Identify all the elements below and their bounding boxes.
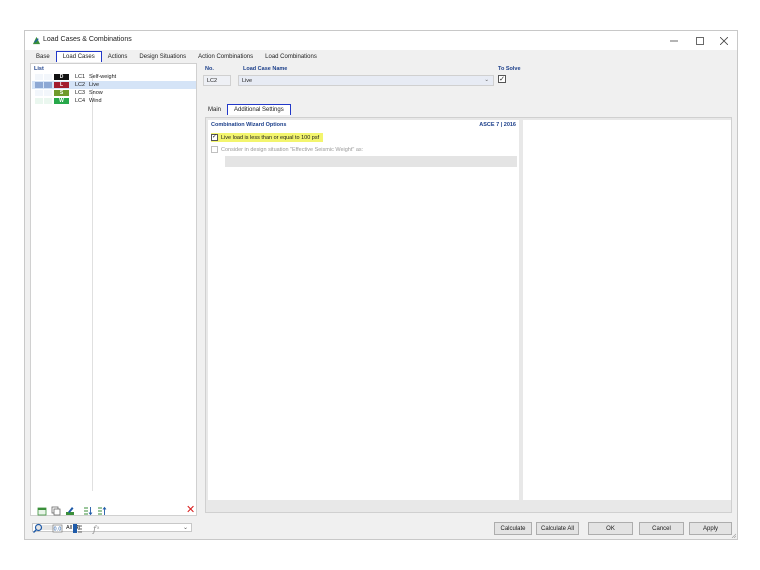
minimize-icon[interactable] xyxy=(661,33,687,48)
title-bar: Load Cases & Combinations xyxy=(25,31,737,50)
color-swatch xyxy=(44,82,52,88)
live-load-label: Live load is less than or equal to 100 p… xyxy=(221,134,320,141)
svg-text:x: x xyxy=(97,525,100,530)
close-icon[interactable] xyxy=(711,33,737,48)
standard-label: ASCE 7 | 2016 xyxy=(479,122,516,128)
bottom-bar: 0.0 ƒ x Calculate Calculate All OK Cance… xyxy=(25,516,737,539)
case-number: LC4 xyxy=(75,98,86,104)
no-label: No. xyxy=(205,66,214,72)
tab-action-combinations[interactable]: Action Combinations xyxy=(192,51,259,62)
main-tabs: Base Load Cases Actions Design Situation… xyxy=(25,51,737,63)
check-icon: ✓ xyxy=(498,75,506,83)
tab-load-combinations[interactable]: Load Combinations xyxy=(259,51,323,62)
load-case-list: D LC1 Self-weight L LC2 Live S LC3 Snow xyxy=(32,73,196,105)
action-category-badge: S xyxy=(54,90,69,96)
case-name: Self-weight xyxy=(89,74,117,80)
list-divider xyxy=(92,73,93,491)
list-item-lc4[interactable]: W LC4 Wind xyxy=(32,97,196,105)
seismic-weight-option: Consider in design situation "Effective … xyxy=(211,145,363,154)
action-category-badge: D xyxy=(54,74,69,80)
load-case-name-combobox[interactable]: Live ⌄ xyxy=(238,75,494,86)
load-case-number-field: LC2 xyxy=(203,75,231,86)
dialog-window: Load Cases & Combinations Base Load Case… xyxy=(24,30,738,540)
case-name: Live xyxy=(89,82,100,88)
new-load-case-icon[interactable] xyxy=(37,506,47,516)
resize-grip-icon[interactable] xyxy=(731,533,736,538)
color-swatch xyxy=(44,98,52,104)
case-number: LC2 xyxy=(75,82,86,88)
svg-text:0.0: 0.0 xyxy=(54,527,62,533)
search-icon[interactable] xyxy=(32,523,43,534)
copy-load-case-icon[interactable] xyxy=(51,506,61,516)
tab-design-situations[interactable]: Design Situations xyxy=(133,51,192,62)
seismic-weight-input xyxy=(225,156,517,167)
preview-panel xyxy=(523,120,731,500)
color-swatch xyxy=(35,90,43,96)
tab-actions[interactable]: Actions xyxy=(102,51,134,62)
action-category-badge: L xyxy=(54,82,69,88)
load-case-name-value: Live xyxy=(242,77,253,84)
case-name: Wind xyxy=(89,98,102,104)
settings-icon[interactable] xyxy=(72,523,83,534)
load-case-list-panel: List D LC1 Self-weight L LC2 Live S LC3 … xyxy=(30,63,197,532)
list-item-lc1[interactable]: D LC1 Self-weight xyxy=(32,73,196,81)
load-case-name-label: Load Case Name xyxy=(243,66,288,72)
tab-main[interactable]: Main xyxy=(202,104,227,115)
formula-icon[interactable]: ƒ x xyxy=(92,523,103,534)
unchecked-box xyxy=(211,146,218,153)
color-swatch xyxy=(44,90,52,96)
options-title: Combination Wizard Options xyxy=(211,122,287,128)
tab-additional-settings[interactable]: Additional Settings xyxy=(227,104,291,115)
calculate-all-button[interactable]: Calculate All xyxy=(536,522,579,535)
to-solve-checkbox[interactable]: ✓ xyxy=(498,75,506,83)
chevron-down-icon: ⌄ xyxy=(484,77,489,83)
tab-load-cases[interactable]: Load Cases xyxy=(55,51,102,62)
tab-base[interactable]: Base xyxy=(30,51,56,62)
ok-button[interactable]: OK xyxy=(588,522,633,535)
sub-tabs: Main Additional Settings xyxy=(202,104,402,116)
list-item-lc2[interactable]: L LC2 Live xyxy=(32,81,196,89)
seismic-weight-label: Consider in design situation "Effective … xyxy=(221,146,364,153)
calculate-button[interactable]: Calculate xyxy=(494,522,532,535)
check-icon: ✓ xyxy=(211,134,218,141)
list-title: List xyxy=(34,66,44,72)
sort-up-icon[interactable] xyxy=(97,506,107,516)
live-load-option[interactable]: ✓ Live load is less than or equal to 100… xyxy=(211,133,324,142)
delete-icon[interactable]: ✕ xyxy=(186,505,195,516)
action-category-badge: W xyxy=(54,98,69,104)
sort-down-icon[interactable] xyxy=(83,506,93,516)
color-swatch xyxy=(35,74,43,80)
additional-settings-panel: Combination Wizard Options ASCE 7 | 2016… xyxy=(205,117,732,513)
color-swatch xyxy=(44,74,52,80)
list-item-lc3[interactable]: S LC3 Snow xyxy=(32,89,196,97)
maximize-icon[interactable] xyxy=(687,33,713,48)
case-name: Snow xyxy=(89,90,103,96)
edit-icon[interactable] xyxy=(65,506,75,516)
units-icon[interactable]: 0.0 xyxy=(52,523,63,534)
color-swatch xyxy=(35,98,43,104)
to-solve-label: To Solve xyxy=(498,66,521,72)
combination-wizard-options: Combination Wizard Options ASCE 7 | 2016… xyxy=(208,120,519,500)
app-icon xyxy=(32,36,41,45)
load-case-header: No. Load Case Name To Solve LC2 Live ⌄ ✓ xyxy=(202,63,732,95)
apply-button[interactable]: Apply xyxy=(689,522,732,535)
window-title: Load Cases & Combinations xyxy=(43,36,132,43)
case-number: LC1 xyxy=(75,74,86,80)
color-swatch xyxy=(35,82,43,88)
cancel-button[interactable]: Cancel xyxy=(639,522,684,535)
case-number: LC3 xyxy=(75,90,86,96)
